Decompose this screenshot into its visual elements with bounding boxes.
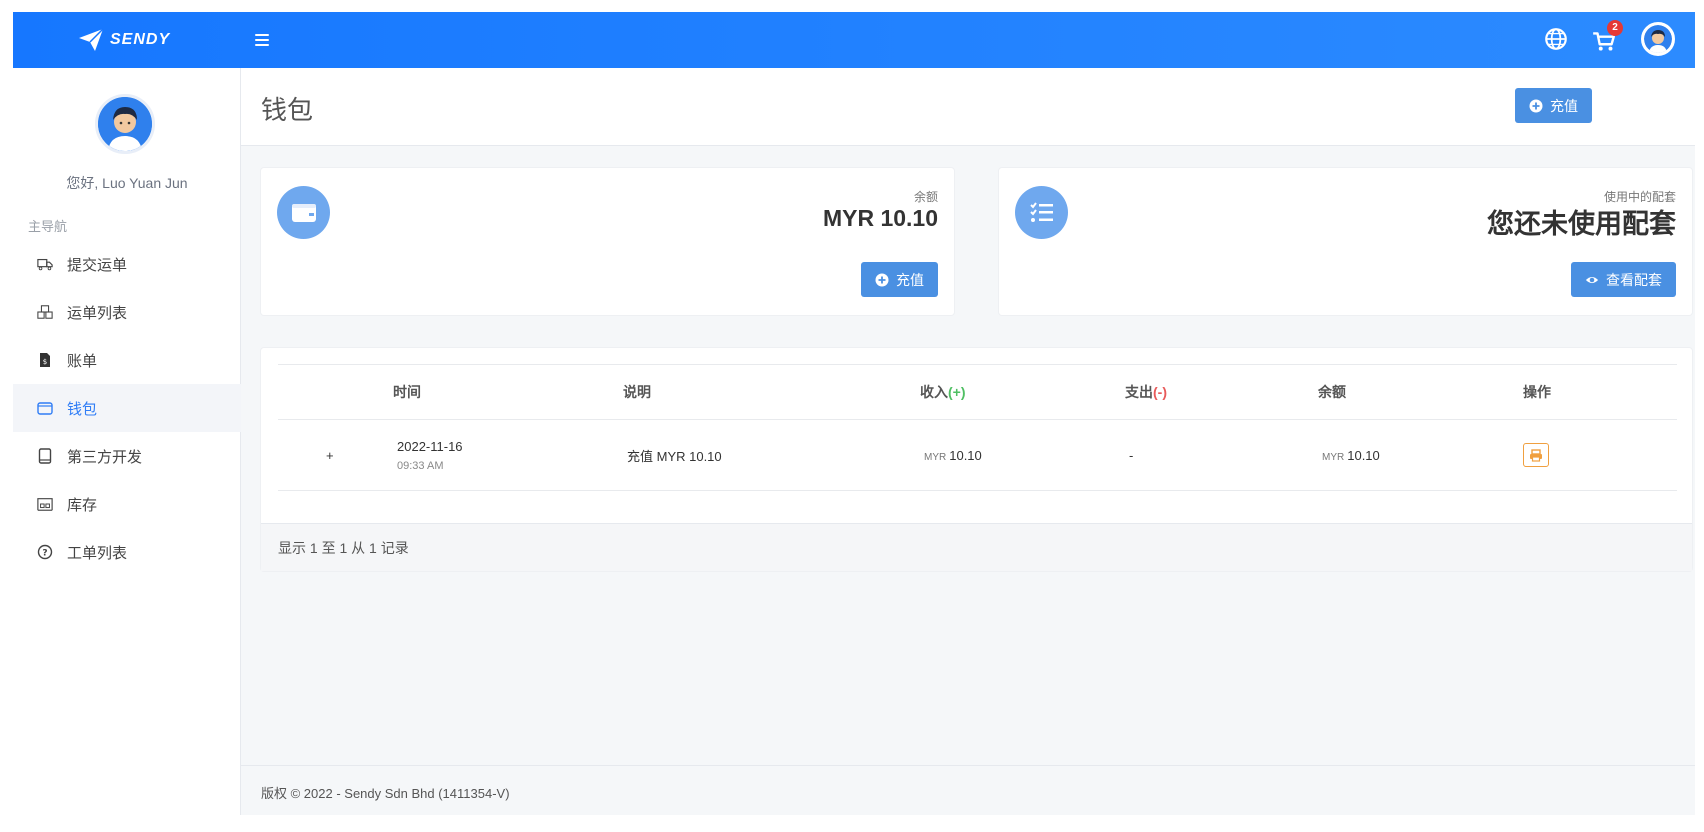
wallet-icon [277, 186, 330, 239]
income-header-label: 收入 [920, 384, 948, 400]
question-circle-icon: ? [37, 544, 53, 560]
package-card: 使用中的配套 您还未使用配套 查看配套 [999, 168, 1692, 315]
view-packages-label: 查看配套 [1606, 271, 1662, 288]
sidebar-item-label: 工单列表 [67, 544, 128, 562]
view-packages-button[interactable]: 查看配套 [1571, 262, 1676, 297]
page-header: 钱包 充值 [241, 68, 1695, 146]
eye-icon [1585, 273, 1599, 287]
col-expand [278, 364, 393, 420]
book-icon [37, 448, 53, 464]
sidebar-item-wallet[interactable]: 钱包 [13, 384, 241, 432]
sidebar-item-bills[interactable]: $ 账单 [13, 336, 241, 384]
sidebar-item-label: 账单 [67, 352, 98, 370]
cell-balance: MYR 10.10 [1318, 419, 1523, 491]
boxes-icon [37, 304, 53, 320]
cell-expense: - [1125, 419, 1318, 491]
app-frame: SENDY 2 您好, Luo Yuan Jun 主导航 提交运单 运单列表 $… [13, 12, 1695, 815]
top-up-button-label: 充值 [1550, 97, 1578, 114]
cell-action [1523, 419, 1677, 491]
cell-description: 充值 MYR 10.10 [623, 419, 920, 491]
main-content: 钱包 充值 余额 MYR 10.10 充值 使用中的配套 您还未使用配套 查看配… [241, 68, 1695, 815]
income-currency: MYR [924, 451, 947, 463]
avatar-face-icon [1644, 25, 1672, 53]
menu-toggle-icon[interactable] [255, 31, 269, 49]
col-description: 说明 [623, 364, 920, 420]
table-header-row: 时间 说明 收入(+) 支出(-) 余额 操作 [278, 364, 1677, 420]
expand-row-toggle[interactable]: + [278, 419, 393, 491]
main-navigation: 提交运单 运单列表 $ 账单 钱包 第三方开发 库存 ? 工单列表 [13, 240, 241, 576]
balance-label: 余额 [913, 190, 938, 204]
user-avatar[interactable] [1641, 22, 1675, 56]
top-up-button[interactable]: 充值 [1515, 88, 1592, 123]
cell-income: MYR 10.10 [920, 419, 1125, 491]
sidebar-item-shipment-list[interactable]: 运单列表 [13, 288, 241, 336]
transactions-table: 时间 说明 收入(+) 支出(-) 余额 操作 + 2022-11-16 09:… [278, 364, 1677, 491]
table-summary: 显示 1 至 1 从 1 记录 [261, 523, 1692, 571]
sidebar-item-submit-shipment[interactable]: 提交运单 [13, 240, 241, 288]
col-expense: 支出(-) [1125, 364, 1318, 420]
balance-value: MYR 10.10 [822, 205, 938, 231]
plus-circle-icon [1529, 99, 1543, 113]
page-footer: 版权 © 2022 - Sendy Sdn Bhd (1411354-V) [241, 765, 1695, 815]
cell-time: 2022-11-16 09:33 AM [393, 419, 623, 491]
balance-currency: MYR [1322, 451, 1345, 463]
col-time: 时间 [393, 364, 623, 420]
balance-top-up-button[interactable]: 充值 [861, 262, 938, 297]
sidebar-item-third-party-dev[interactable]: 第三方开发 [13, 432, 241, 480]
user-greeting: 您好, Luo Yuan Jun [66, 175, 188, 191]
package-value: 您还未使用配套 [1487, 209, 1676, 239]
nav-section-title: 主导航 [28, 219, 68, 234]
svg-text:$: $ [43, 358, 47, 366]
avatar-face-icon [98, 97, 152, 151]
page-title: 钱包 [261, 95, 314, 125]
sidebar-item-label: 钱包 [67, 400, 98, 418]
copyright-text: 版权 © 2022 - Sendy Sdn Bhd (1411354-V) [261, 786, 510, 801]
balance-card: 余额 MYR 10.10 充值 [261, 168, 954, 315]
checklist-icon [1015, 186, 1068, 239]
sidebar-item-label: 库存 [67, 496, 98, 514]
invoice-icon: $ [37, 352, 53, 368]
table-row: + 2022-11-16 09:33 AM 充值 MYR 10.10 MYR 10… [278, 419, 1677, 491]
truck-icon [37, 256, 53, 272]
sidebar: 您好, Luo Yuan Jun 主导航 提交运单 运单列表 $ 账单 钱包 第… [13, 68, 241, 815]
col-income: 收入(+) [920, 364, 1125, 420]
paper-plane-icon [79, 28, 104, 51]
balance-amount: 10.10 [1347, 447, 1380, 463]
income-sign: (+) [948, 384, 966, 400]
plus-circle-icon [875, 273, 889, 287]
top-navbar: SENDY 2 [13, 12, 1695, 68]
expense-sign: (-) [1153, 384, 1167, 400]
sidebar-item-tickets[interactable]: ? 工单列表 [13, 528, 241, 576]
profile-avatar[interactable] [95, 94, 155, 154]
sidebar-item-label: 提交运单 [67, 256, 128, 274]
cart-count-badge: 2 [1607, 20, 1623, 36]
col-balance: 余额 [1318, 364, 1523, 420]
row-date: 2022-11-16 [397, 438, 463, 454]
sidebar-item-label: 运单列表 [67, 304, 128, 322]
svg-text:?: ? [42, 549, 47, 559]
warehouse-icon [37, 496, 53, 512]
income-amount: 10.10 [949, 447, 982, 463]
transactions-card: 时间 说明 收入(+) 支出(-) 余额 操作 + 2022-11-16 09:… [261, 348, 1692, 571]
balance-top-up-label: 充值 [896, 271, 924, 288]
sidebar-item-label: 第三方开发 [67, 448, 143, 466]
printer-icon [1530, 448, 1542, 462]
sidebar-item-inventory[interactable]: 库存 [13, 480, 241, 528]
language-globe-icon[interactable] [1543, 26, 1569, 52]
print-button[interactable] [1523, 443, 1549, 467]
wallet-icon [37, 400, 53, 416]
brand-name: SENDY [110, 31, 171, 48]
col-action: 操作 [1523, 364, 1677, 420]
row-time: 09:33 AM [397, 459, 444, 472]
expense-header-label: 支出 [1125, 384, 1153, 400]
brand-logo[interactable]: SENDY [78, 24, 170, 56]
